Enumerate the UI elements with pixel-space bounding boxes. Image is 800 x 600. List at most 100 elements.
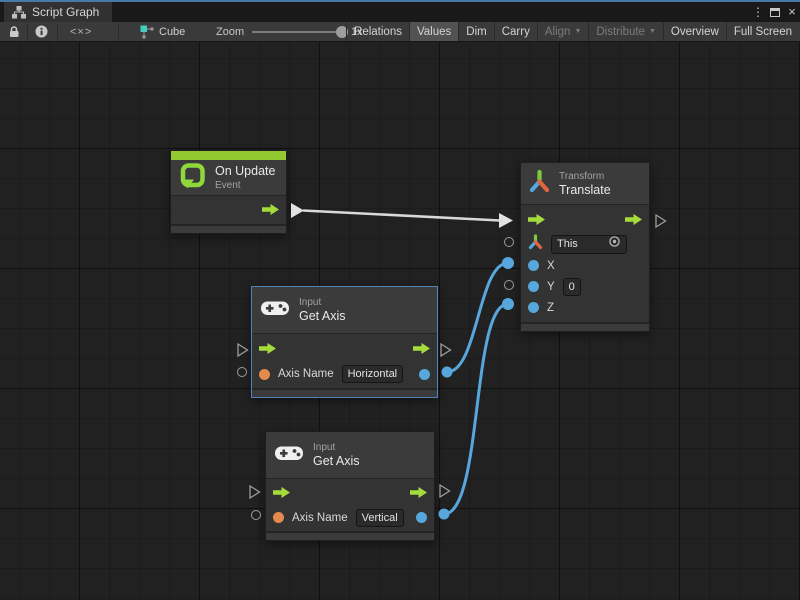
titlebar: Script Graph ⋮ × bbox=[0, 0, 800, 22]
graph-reference-icon bbox=[140, 22, 154, 41]
window-maximize-icon[interactable] bbox=[770, 8, 780, 17]
value-port-x[interactable] bbox=[528, 260, 539, 271]
graph-icon bbox=[12, 6, 26, 19]
node-title: Translate bbox=[559, 183, 611, 198]
flow-input-port[interactable] bbox=[259, 341, 276, 359]
code-toggle-glyph: <×> bbox=[70, 26, 92, 38]
zoom-label: Zoom bbox=[216, 22, 244, 41]
toolbar-button-align[interactable]: Align ▼ bbox=[537, 22, 589, 41]
string-input-port[interactable] bbox=[273, 512, 284, 523]
node-on-update[interactable]: On Update Event bbox=[170, 150, 287, 234]
gamepad-icon bbox=[274, 443, 304, 468]
flow-wire-start bbox=[291, 203, 304, 218]
toolbar-button-group: Relations Values Dim Carry Align ▼ Distr… bbox=[346, 22, 799, 41]
window-close-icon[interactable]: × bbox=[784, 2, 800, 22]
toolbar-separator bbox=[57, 24, 58, 39]
info-icon[interactable] bbox=[33, 22, 49, 41]
node-header: On Update Event bbox=[171, 160, 286, 195]
toolbar-separator bbox=[118, 24, 119, 39]
flow-continuation-triangle[interactable] bbox=[249, 485, 261, 504]
node-title: Get Axis bbox=[299, 309, 346, 324]
value-continuation-circle[interactable] bbox=[504, 237, 514, 247]
node-get-axis-horizontal[interactable]: Input Get Axis Axis Name Horizontal bbox=[251, 286, 438, 398]
transform-icon-small bbox=[528, 234, 543, 255]
node-translate[interactable]: Transform Translate bbox=[520, 162, 650, 332]
object-picker-icon[interactable] bbox=[608, 235, 621, 253]
axis-name-label: Axis Name bbox=[278, 368, 334, 380]
node-category: Transform bbox=[559, 170, 611, 183]
flow-input-port[interactable] bbox=[528, 212, 545, 230]
gamepad-icon bbox=[260, 298, 290, 323]
node-header: Transform Translate bbox=[521, 163, 649, 204]
node-subtitle: Event bbox=[215, 179, 275, 192]
flow-continuation-triangle[interactable] bbox=[440, 343, 452, 362]
chevron-down-icon: ▼ bbox=[574, 28, 581, 35]
graph-canvas[interactable]: On Update Event bbox=[0, 42, 800, 600]
node-title: On Update bbox=[215, 164, 275, 179]
axis-name-label: Axis Name bbox=[292, 512, 348, 524]
window-menu-icon[interactable]: ⋮ bbox=[750, 2, 766, 22]
node-footer bbox=[266, 531, 434, 540]
node-header: Input Get Axis bbox=[252, 287, 437, 333]
wire-endpoint bbox=[439, 509, 450, 520]
focus-highlight bbox=[0, 0, 800, 2]
node-footer bbox=[171, 224, 286, 233]
toolbar-button-overview[interactable]: Overview bbox=[663, 22, 726, 41]
flow-output-port[interactable] bbox=[262, 202, 279, 220]
port-label-y: Y bbox=[547, 281, 555, 293]
node-footer bbox=[252, 388, 437, 397]
port-label-x: X bbox=[547, 260, 555, 272]
node-title: Get Axis bbox=[313, 454, 360, 469]
event-accent-bar bbox=[171, 151, 286, 160]
window-controls: ⋮ × bbox=[750, 2, 800, 22]
value-output-port[interactable] bbox=[419, 369, 430, 380]
toolbar-button-carry[interactable]: Carry bbox=[494, 22, 537, 41]
wire-endpoint bbox=[502, 257, 514, 269]
toolbar-button-distribute[interactable]: Distribute ▼ bbox=[588, 22, 663, 41]
y-value-field[interactable]: 0 bbox=[563, 278, 581, 296]
tab-label: Script Graph bbox=[32, 5, 99, 19]
flow-output-port[interactable] bbox=[625, 212, 642, 230]
node-category: Input bbox=[313, 441, 360, 454]
target-object-field[interactable]: This bbox=[551, 235, 627, 254]
flow-wire-arrowhead bbox=[499, 213, 513, 228]
script-graph-window: Script Graph ⋮ × <×> bbox=[0, 0, 800, 600]
node-category: Input bbox=[299, 296, 346, 309]
tab-script-graph[interactable]: Script Graph bbox=[4, 2, 112, 22]
flow-output-port[interactable] bbox=[410, 485, 427, 503]
port-label-z: Z bbox=[547, 302, 554, 314]
graph-reference-breadcrumb[interactable]: Cube bbox=[159, 22, 185, 41]
axis-name-field[interactable]: Vertical bbox=[356, 509, 404, 527]
toolbar-separator bbox=[27, 24, 28, 39]
zoom-slider[interactable] bbox=[252, 31, 346, 33]
graph-toolbar: <×> Cube Zoom 1x Relations Values Dim Ca… bbox=[0, 22, 800, 42]
node-footer bbox=[521, 322, 649, 331]
wire-endpoint bbox=[442, 367, 453, 378]
code-preview-toggle[interactable]: <×> bbox=[70, 22, 92, 41]
flow-wire bbox=[303, 211, 500, 221]
transform-icon bbox=[529, 169, 550, 199]
wire-endpoint bbox=[502, 298, 514, 310]
flow-continuation-triangle[interactable] bbox=[237, 343, 249, 362]
toolbar-button-values[interactable]: Values bbox=[409, 22, 458, 41]
flow-continuation-triangle[interactable] bbox=[439, 484, 451, 503]
axis-name-field[interactable]: Horizontal bbox=[342, 365, 404, 383]
node-get-axis-vertical[interactable]: Input Get Axis Axis Name Vertical bbox=[265, 431, 435, 541]
loop-event-icon bbox=[179, 162, 206, 194]
value-output-port[interactable] bbox=[416, 512, 427, 523]
value-port-y[interactable] bbox=[528, 281, 539, 292]
value-continuation-circle[interactable] bbox=[504, 280, 514, 290]
toolbar-button-relations[interactable]: Relations bbox=[346, 22, 409, 41]
value-continuation-circle[interactable] bbox=[251, 510, 261, 520]
flow-continuation-triangle[interactable] bbox=[655, 214, 667, 233]
value-wire-horizontal bbox=[447, 263, 508, 372]
toolbar-button-dim[interactable]: Dim bbox=[458, 22, 493, 41]
target-object-value: This bbox=[557, 236, 578, 252]
value-continuation-circle[interactable] bbox=[237, 367, 247, 377]
flow-output-port[interactable] bbox=[413, 341, 430, 359]
value-port-z[interactable] bbox=[528, 302, 539, 313]
flow-input-port[interactable] bbox=[273, 485, 290, 503]
toolbar-button-fullscreen[interactable]: Full Screen bbox=[726, 22, 799, 41]
lock-icon[interactable] bbox=[6, 22, 22, 41]
string-input-port[interactable] bbox=[259, 369, 270, 380]
